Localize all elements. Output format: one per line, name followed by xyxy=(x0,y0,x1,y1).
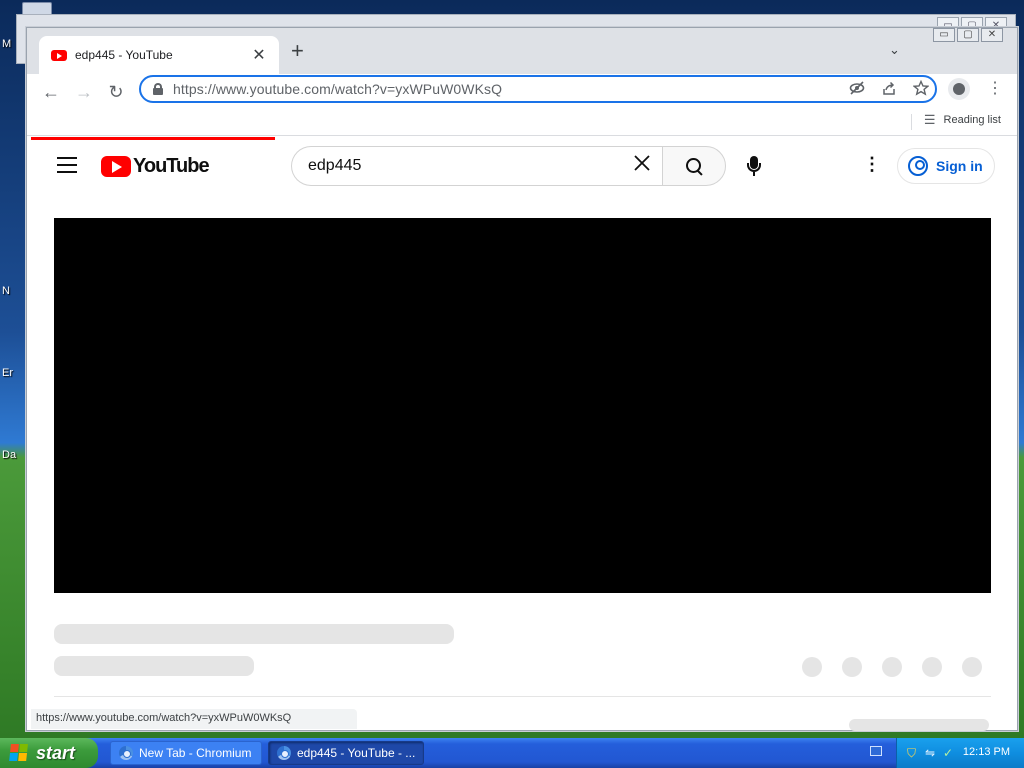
sign-in-label: Sign in xyxy=(936,158,983,174)
forward-arrow-icon[interactable]: → xyxy=(72,80,96,104)
youtube-header: YouTube edp445 ⋮ Sign in xyxy=(27,140,1017,196)
minimize-button[interactable]: ▭ xyxy=(933,28,955,42)
start-button[interactable]: start xyxy=(0,738,98,768)
bookmarks-separator xyxy=(911,114,912,130)
tab-close-icon[interactable]: ✕ xyxy=(249,45,269,65)
reload-icon[interactable]: ↻ xyxy=(104,80,128,104)
youtube-search-input[interactable]: edp445 xyxy=(291,146,663,186)
update-icon[interactable]: ✓ xyxy=(943,746,953,760)
youtube-search-value[interactable]: edp445 xyxy=(308,157,361,175)
youtube-logo-text: YouTube xyxy=(133,155,210,177)
chromium-icon xyxy=(119,746,133,760)
reading-list-label: Reading list xyxy=(943,114,1001,126)
sign-in-button[interactable]: Sign in xyxy=(897,148,995,184)
keyboard-layout-icon[interactable] xyxy=(870,746,882,756)
action-skeleton xyxy=(802,657,822,677)
taskbar-item-new-tab[interactable]: New Tab - Chromium xyxy=(110,741,262,765)
new-tab-button[interactable]: + xyxy=(291,40,304,62)
youtube-search-button[interactable] xyxy=(662,146,726,186)
window-controls: ▭ ▢ ✕ xyxy=(933,28,1003,42)
taskbar-item-label: edp445 - YouTube - ... xyxy=(297,746,416,760)
eye-off-icon[interactable] xyxy=(849,80,865,99)
clock[interactable]: 12:13 PM xyxy=(963,746,1010,758)
clear-search-icon[interactable] xyxy=(632,153,652,179)
lock-icon[interactable] xyxy=(153,83,163,95)
address-bar-url[interactable]: https://www.youtube.com/watch?v=yxWPuW0W… xyxy=(173,81,502,97)
address-bar[interactable]: https://www.youtube.com/watch?v=yxWPuW0W… xyxy=(139,75,937,103)
network-icon[interactable]: ⇋ xyxy=(925,746,935,760)
taskbar-item-label: New Tab - Chromium xyxy=(139,746,252,760)
content-divider xyxy=(54,696,991,697)
browser-menu-icon[interactable]: ⋮ xyxy=(987,78,1003,100)
action-skeleton xyxy=(922,657,942,677)
desktop-icon-label-4[interactable]: Da xyxy=(2,449,16,461)
taskbar: start New Tab - Chromium edp445 - YouTub… xyxy=(0,738,1024,768)
profile-avatar-icon[interactable] xyxy=(948,78,970,100)
video-player[interactable] xyxy=(54,218,991,593)
action-skeleton xyxy=(882,657,902,677)
reading-list-icon: ☰ xyxy=(923,112,936,127)
taskbar-item-youtube[interactable]: edp445 - YouTube - ... xyxy=(268,741,424,765)
youtube-logo[interactable]: YouTube xyxy=(101,155,210,178)
tab-youtube[interactable]: edp445 - YouTube ✕ xyxy=(39,36,279,74)
close-window-button[interactable]: ✕ xyxy=(981,28,1003,42)
bookmarks-bar: ☰ Reading list xyxy=(27,110,1017,136)
action-skeleton xyxy=(962,657,982,677)
desktop-icon-label-1[interactable]: M xyxy=(2,38,11,50)
start-label: start xyxy=(36,742,76,763)
browser-toolbar: ← → ↻ https://www.youtube.com/watch?v=yx… xyxy=(27,74,1017,110)
settings-more-icon[interactable]: ⋮ xyxy=(863,154,881,174)
reading-list-button[interactable]: ☰ Reading list xyxy=(924,112,1001,128)
share-icon[interactable] xyxy=(881,80,897,99)
desktop-icon-label-3[interactable]: Er xyxy=(2,367,13,379)
system-tray: ⛉ ⇋ ✓ 12:13 PM xyxy=(896,738,1024,768)
sidebar-skeleton xyxy=(849,719,989,731)
action-skeleton xyxy=(842,657,862,677)
guide-menu-icon[interactable] xyxy=(57,157,77,173)
chromium-icon xyxy=(277,746,291,760)
desktop-icon-label-2[interactable]: N xyxy=(2,285,10,297)
youtube-play-logo-icon xyxy=(101,156,131,177)
channel-skeleton xyxy=(54,656,254,676)
account-circle-icon xyxy=(908,156,928,176)
microphone-icon[interactable] xyxy=(745,156,763,180)
tab-search-chevron-icon[interactable]: ⌄ xyxy=(889,42,900,58)
status-bubble-url: https://www.youtube.com/watch?v=yxWPuW0W… xyxy=(31,709,357,729)
youtube-favicon-icon xyxy=(51,49,67,61)
search-icon xyxy=(686,158,702,174)
security-shield-icon[interactable]: ⛉ xyxy=(907,746,916,761)
tab-strip: edp445 - YouTube ✕ + ⌄ ▭ ▢ ✕ xyxy=(27,28,1017,74)
star-icon[interactable] xyxy=(912,79,930,99)
maximize-button[interactable]: ▢ xyxy=(957,28,979,42)
browser-window: edp445 - YouTube ✕ + ⌄ ▭ ▢ ✕ ← → ↻ https… xyxy=(26,27,1018,731)
windows-logo-icon xyxy=(9,744,29,762)
tab-title: edp445 - YouTube xyxy=(75,48,173,62)
title-skeleton xyxy=(54,624,454,644)
back-arrow-icon[interactable]: ← xyxy=(39,80,63,104)
